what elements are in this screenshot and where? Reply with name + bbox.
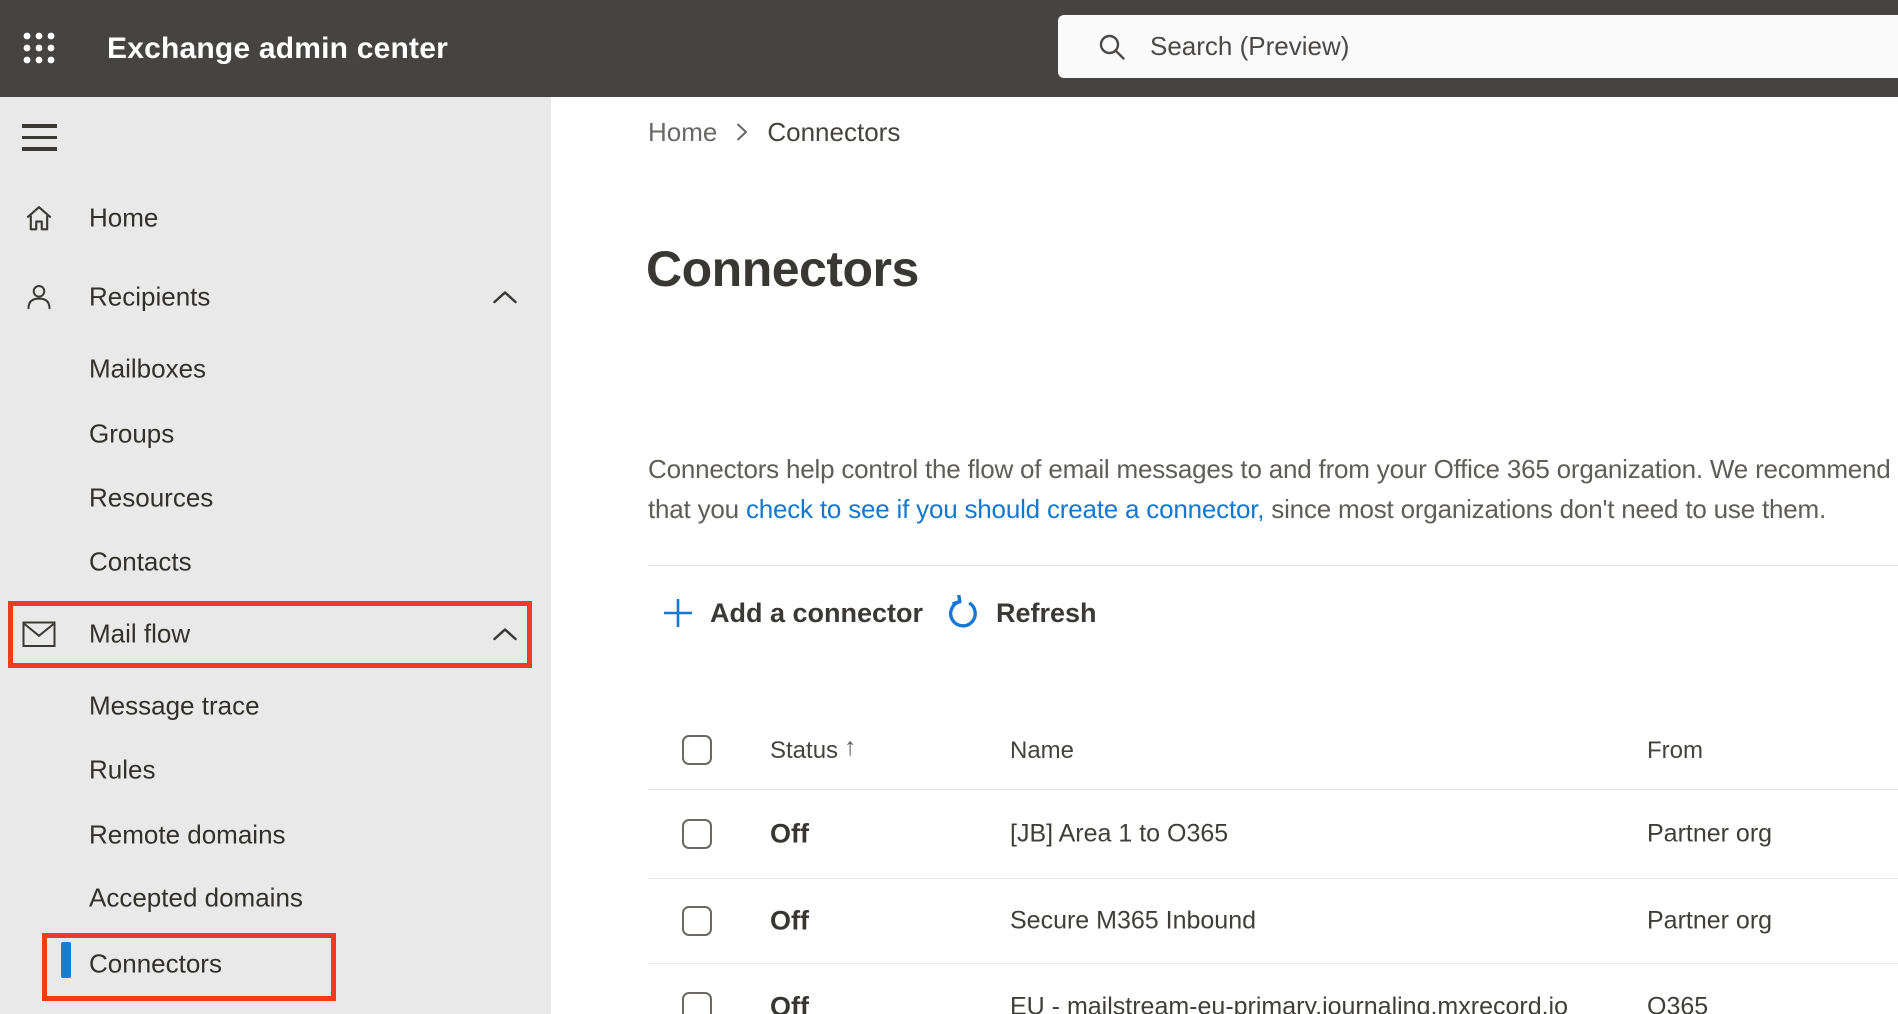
sidebar-item-mail-flow[interactable]: Mail flow: [0, 602, 551, 666]
sidebar-item-connectors[interactable]: Connectors: [0, 932, 551, 996]
page-title: Connectors: [646, 241, 919, 297]
create-connector-check-link[interactable]: check to see if you should create a conn…: [746, 494, 1265, 524]
sidebar-item-label: Accepted domains: [89, 882, 303, 913]
sidebar-item-home[interactable]: Home: [0, 186, 551, 250]
sidebar-item-label: Remote domains: [89, 819, 286, 850]
breadcrumb-current: Connectors: [767, 116, 901, 147]
sidebar-item-label: Recipients: [89, 281, 211, 312]
refresh-icon: [948, 595, 977, 628]
row-checkbox[interactable]: [682, 906, 712, 936]
sidebar-item-contacts[interactable]: Contacts: [0, 530, 551, 594]
refresh-label: Refresh: [996, 597, 1097, 628]
sidebar-item-label: Mailboxes: [89, 353, 207, 384]
sidebar-item-remote-domains[interactable]: Remote domains: [0, 803, 551, 867]
sidebar-item-label: Connectors: [89, 948, 222, 979]
hamburger-menu-icon[interactable]: [22, 124, 57, 151]
add-connector-button[interactable]: Add a connector: [661, 587, 923, 639]
row-name: EU - mailstream-eu-primary.journaling.mx…: [1010, 992, 1569, 1014]
sidebar-item-label: Groups: [89, 418, 175, 449]
column-header-name[interactable]: Name: [1010, 737, 1074, 765]
plus-icon: [664, 599, 692, 627]
row-checkbox[interactable]: [682, 992, 712, 1014]
app-launcher-icon[interactable]: [22, 31, 56, 65]
refresh-button[interactable]: Refresh: [945, 587, 1097, 639]
sidebar-item-label: Contacts: [89, 546, 192, 577]
table-row[interactable]: Off Secure M365 Inbound Partner org: [551, 879, 1898, 963]
row-from: O365: [1647, 992, 1709, 1014]
sidebar-nav: Home Recipients Mailboxes Groups Resourc…: [0, 97, 551, 1014]
sidebar-item-rules[interactable]: Rules: [0, 738, 551, 802]
selected-item-indicator: [61, 942, 71, 978]
chevron-up-icon: [492, 289, 518, 305]
row-checkbox[interactable]: [682, 819, 712, 849]
row-name: Secure M365 Inbound: [1010, 906, 1257, 935]
breadcrumb-home-link[interactable]: Home: [648, 117, 717, 148]
sidebar-item-accepted-domains[interactable]: Accepted domains: [0, 866, 551, 930]
sidebar-item-recipients[interactable]: Recipients: [0, 265, 551, 329]
toolbar-top-divider: [648, 565, 1898, 566]
sort-ascending-arrow-icon[interactable]: ↑: [844, 733, 857, 762]
add-connector-label: Add a connector: [710, 597, 924, 628]
main-content: Home Connectors Connectors Connectors he…: [551, 97, 1898, 1014]
search-icon: [1099, 34, 1125, 60]
table-row[interactable]: Off [JB] Area 1 to O365 Partner org: [551, 790, 1898, 878]
row-status: Off: [770, 991, 809, 1014]
search-input[interactable]: [1128, 15, 1898, 78]
table-row[interactable]: Off EU - mailstream-eu-primary.journalin…: [551, 964, 1898, 1014]
breadcrumb: Home Connectors: [648, 116, 900, 148]
app-title: Exchange admin center: [107, 31, 448, 65]
sidebar-item-label: Rules: [89, 754, 156, 785]
sidebar-item-groups[interactable]: Groups: [0, 402, 551, 466]
row-status: Off: [770, 818, 809, 849]
page-description: Connectors help control the flow of emai…: [648, 449, 1898, 529]
row-from: Partner org: [1647, 906, 1773, 935]
sidebar-item-label: Mail flow: [89, 618, 191, 649]
chevron-right-icon: [735, 121, 749, 143]
search-box[interactable]: [1058, 15, 1898, 78]
column-header-from[interactable]: From: [1647, 737, 1703, 765]
person-icon: [22, 280, 56, 314]
row-name: [JB] Area 1 to O365: [1010, 819, 1229, 848]
sidebar-item-label: Resources: [89, 482, 214, 513]
row-from: Partner org: [1647, 819, 1773, 848]
home-icon: [22, 201, 56, 235]
mail-icon: [22, 617, 56, 651]
chevron-up-icon: [492, 626, 518, 642]
sidebar-item-label: Home: [89, 202, 159, 233]
topbar: Exchange admin center: [0, 0, 1898, 97]
description-text-after: since most organizations don't need to u…: [1264, 494, 1826, 524]
column-header-status[interactable]: Status: [770, 737, 838, 765]
sidebar-item-resources[interactable]: Resources: [0, 466, 551, 530]
sidebar-item-message-trace[interactable]: Message trace: [0, 674, 551, 738]
select-all-checkbox[interactable]: [682, 735, 712, 765]
row-status: Off: [770, 905, 809, 936]
sidebar-item-mailboxes[interactable]: Mailboxes: [0, 337, 551, 401]
sidebar-item-label: Message trace: [89, 690, 260, 721]
